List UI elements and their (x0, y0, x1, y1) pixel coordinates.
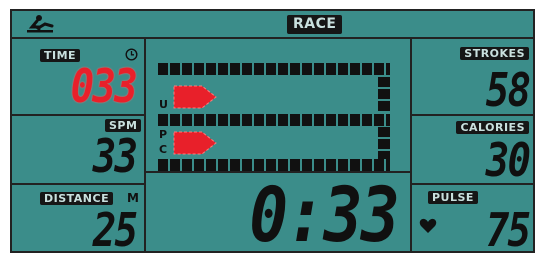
header-bar: RACE (12, 11, 533, 39)
finish-line-user (378, 77, 390, 113)
time-value: 033 (70, 59, 137, 113)
pulse-value: 75 (485, 203, 530, 253)
heart-icon (419, 218, 437, 238)
distance-value: 25 (92, 203, 137, 253)
elapsed-time: 0:33 (249, 170, 399, 253)
spm-value: 33 (92, 129, 137, 183)
divider-left-2 (12, 183, 144, 185)
user-boat-icon (172, 83, 218, 115)
rower-icon (26, 14, 56, 38)
track-rail-top (158, 63, 390, 75)
track-rail-middle (158, 114, 390, 126)
pc-boat-icon (172, 129, 218, 161)
calories-value: 30 (485, 133, 530, 187)
divider-right (410, 39, 412, 251)
divider-left-1 (12, 114, 144, 116)
lane-pc-letter-p: P (159, 128, 168, 141)
strokes-value: 58 (485, 63, 530, 117)
mode-label: RACE (287, 15, 343, 34)
strokes-label: STROKES (460, 47, 529, 60)
lane-pc-letter-c: C (159, 143, 168, 156)
lane-user-letter: U (159, 98, 168, 111)
pulse-label: PULSE (428, 191, 478, 204)
divider-left (144, 39, 146, 251)
rower-lcd-display: RACE TIME 033 SPM 33 DISTANCE M 25 U P C… (10, 9, 535, 253)
finish-line-pc (378, 127, 390, 159)
